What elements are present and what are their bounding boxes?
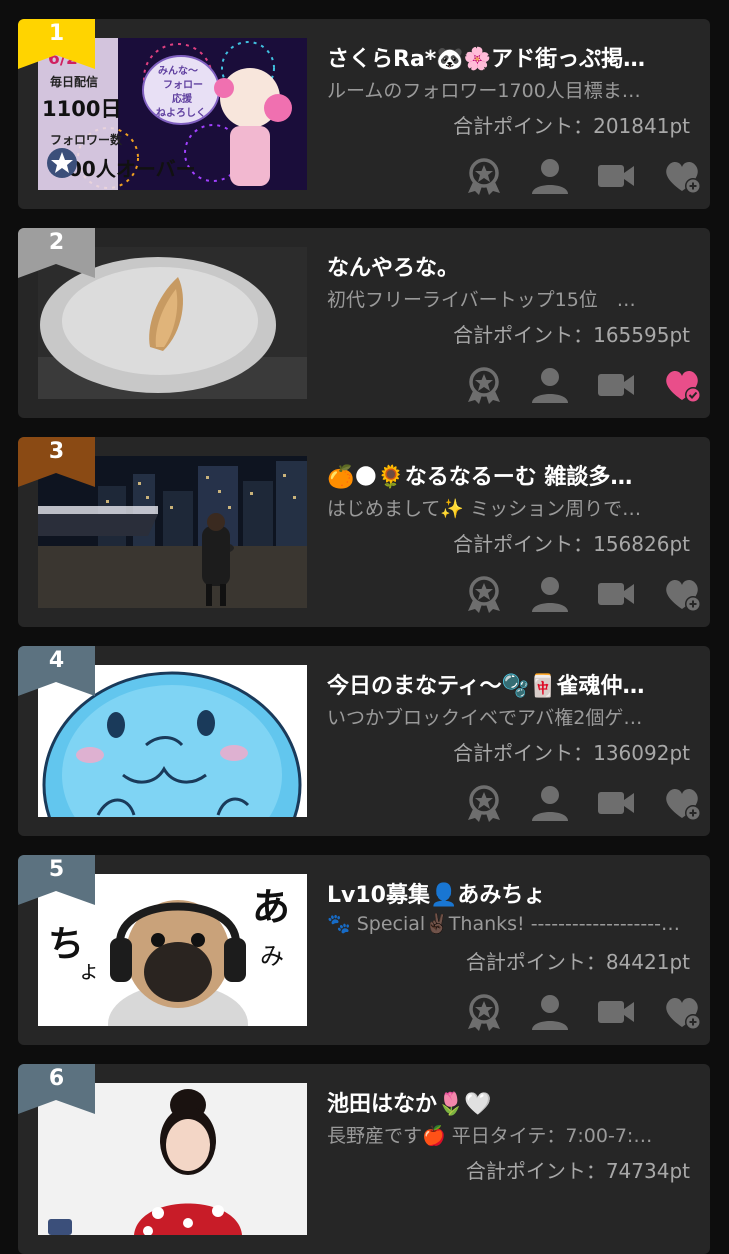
room-actions (458, 990, 708, 1034)
rank-badge: 2 (18, 228, 95, 278)
badge-icon[interactable] (462, 363, 506, 407)
total-points: 合計ポイント：156826pt (453, 532, 690, 556)
room-description: 初代フリーライバートップ15位 … (327, 289, 636, 311)
rank-number: 4 (48, 648, 65, 673)
favorite-add-icon[interactable] (660, 154, 704, 198)
user-icon[interactable] (528, 154, 572, 198)
svg-text:みんな〜: みんな〜 (158, 65, 198, 77)
svg-text:毎日配信: 毎日配信 (50, 74, 98, 89)
room-description: 長野産です🍎 平日タイテ：7:00-7:… (327, 1125, 653, 1147)
room-title[interactable]: なんやろな。 (327, 250, 697, 282)
room-card[interactable]: 4 今日のまなティ〜🫧🀄雀魂仲… いつかブロックイベでアバ権2個ゲ… 合計ポイン… (18, 646, 710, 836)
rank-badge: 5 (18, 855, 95, 905)
video-camera-icon[interactable] (594, 572, 638, 616)
user-icon[interactable] (528, 781, 572, 825)
rank-badge: 4 (18, 646, 95, 696)
svg-text:00人オーバー: 00人オーバー (68, 157, 196, 181)
svg-text:ねよろしく: ねよろしく (156, 107, 206, 119)
user-icon[interactable] (528, 363, 572, 407)
room-description: いつかブロックイベでアバ権2個ゲ… (327, 707, 643, 729)
badge-icon[interactable] (462, 154, 506, 198)
favorited-heart-icon[interactable] (660, 363, 704, 407)
badge-icon[interactable] (462, 781, 506, 825)
rank-number: 6 (48, 1066, 65, 1091)
rank-badge: 6 (18, 1064, 95, 1114)
room-actions (458, 572, 708, 616)
room-card[interactable]: 2 なんやろな。 初代フリーライバートップ15位 … 合計ポイント：165595… (18, 228, 710, 418)
total-points: 合計ポイント：84421pt (465, 950, 690, 974)
room-description: はじめまして✨ ミッション周りで… (327, 498, 642, 520)
badge-icon[interactable] (462, 572, 506, 616)
room-title[interactable]: 🍊🌑🌻なるなるーむ 雑談多… (327, 459, 697, 491)
video-camera-icon[interactable] (594, 990, 638, 1034)
favorite-add-icon[interactable] (660, 990, 704, 1034)
video-camera-icon[interactable] (594, 363, 638, 407)
total-points: 合計ポイント：136092pt (453, 741, 690, 765)
room-title[interactable]: さくらRa*🐼🌸アド街っぷ掲… (327, 41, 697, 73)
video-camera-icon[interactable] (594, 781, 638, 825)
room-card[interactable]: 6 池田はなか🌷🤍 長野産です🍎 平日タイテ：7:00-7:… 合計ポイント：7… (18, 1064, 710, 1254)
room-ranking-list: 6/2 毎日配信 1100日 フォロワー数 00人オーバー みんな〜 フォロー … (0, 0, 729, 1254)
total-points: 合計ポイント：201841pt (453, 114, 690, 138)
room-card[interactable]: 3 🍊🌑🌻なるなるーむ 雑談多… はじめまして✨ ミッション周りで… 合計ポイン… (18, 437, 710, 627)
rank-badge: 1 (18, 19, 95, 69)
room-title[interactable]: Lv10募集👤あみちょ (327, 877, 697, 909)
room-card[interactable]: あ み ち ょ 5 Lv10募集👤あみちょ 🐾 Special✌🏿Thanks!… (18, 855, 710, 1045)
room-actions (458, 363, 708, 407)
video-camera-icon[interactable] (594, 154, 638, 198)
svg-text:ょ: ょ (78, 959, 100, 984)
svg-text:1100日: 1100日 (42, 97, 121, 121)
total-points: 合計ポイント：74734pt (465, 1159, 690, 1183)
rank-badge: 3 (18, 437, 95, 487)
room-actions (458, 781, 708, 825)
rank-number: 2 (48, 230, 65, 255)
rank-number: 3 (48, 439, 65, 464)
room-card[interactable]: 6/2 毎日配信 1100日 フォロワー数 00人オーバー みんな〜 フォロー … (18, 19, 710, 209)
room-title[interactable]: 今日のまなティ〜🫧🀄雀魂仲… (327, 668, 697, 700)
room-description: 🐾 Special✌🏿Thanks! -------------------… (327, 913, 680, 935)
favorite-add-icon[interactable] (660, 572, 704, 616)
svg-text:応援: 応援 (172, 92, 193, 105)
svg-text:フォロワー数: フォロワー数 (50, 132, 123, 147)
rank-number: 5 (48, 857, 65, 882)
user-icon[interactable] (528, 572, 572, 616)
svg-text:あ: あ (252, 885, 290, 929)
badge-icon[interactable] (462, 990, 506, 1034)
room-description: ルームのフォロワー1700人目標ま… (327, 80, 641, 102)
room-actions (458, 154, 708, 198)
favorite-add-icon[interactable] (660, 781, 704, 825)
room-title[interactable]: 池田はなか🌷🤍 (327, 1086, 697, 1118)
user-icon[interactable] (528, 990, 572, 1034)
rank-number: 1 (48, 21, 65, 46)
svg-text:フォロー: フォロー (163, 79, 203, 91)
svg-text:み: み (260, 942, 284, 970)
total-points: 合計ポイント：165595pt (453, 323, 690, 347)
